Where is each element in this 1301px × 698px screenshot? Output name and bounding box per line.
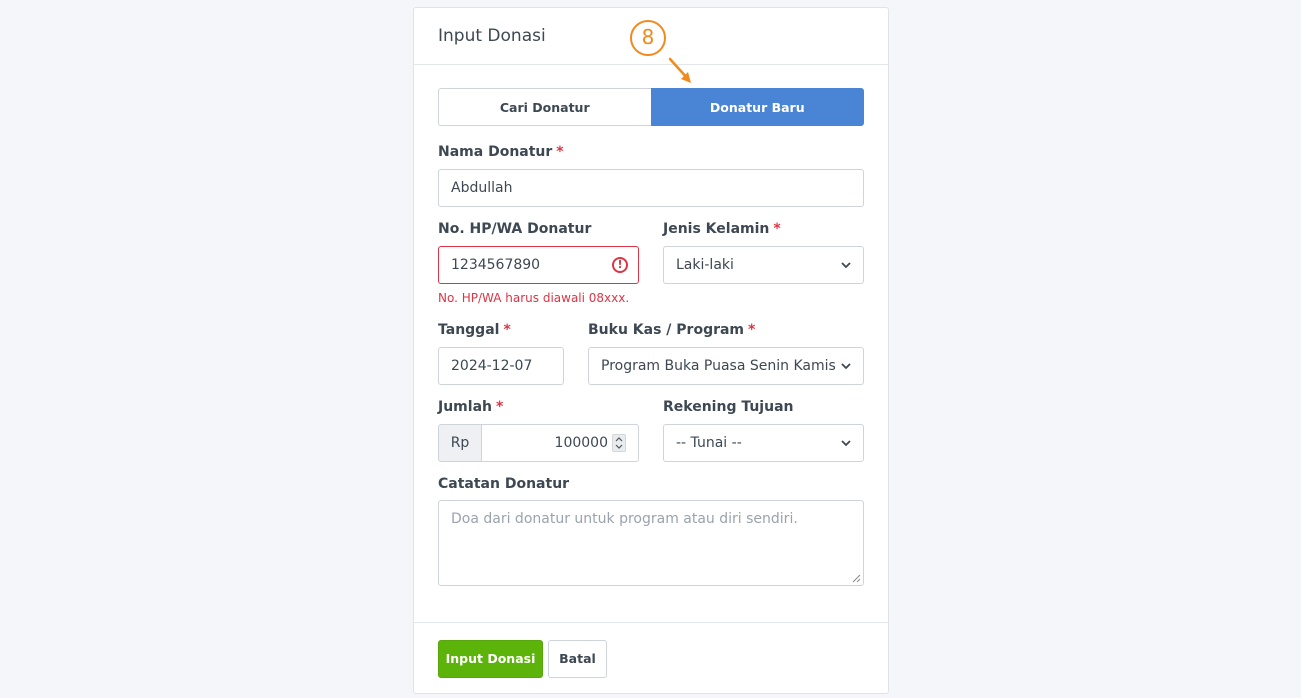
date-label: Tanggal * bbox=[438, 322, 511, 338]
required-mark: * bbox=[495, 399, 504, 415]
program-label-text: Buku Kas / Program bbox=[588, 322, 745, 338]
amount-label-text: Jumlah bbox=[438, 399, 492, 415]
date-label-text: Tanggal bbox=[438, 322, 500, 338]
error-icon: ! bbox=[612, 257, 628, 273]
donor-phone-value: 1234567890 bbox=[451, 257, 541, 273]
cancel-button[interactable]: Batal bbox=[548, 640, 607, 678]
notes-placeholder: Doa dari donatur untuk program atau diri… bbox=[451, 511, 798, 527]
amount-label: Jumlah * bbox=[438, 399, 503, 415]
donor-phone-error: No. HP/WA harus diawali 08xxx. bbox=[438, 291, 630, 305]
account-label-text: Rekening Tujuan bbox=[663, 399, 794, 415]
amount-input[interactable]: 100000 bbox=[481, 424, 639, 462]
notes-textarea[interactable]: Doa dari donatur untuk program atau diri… bbox=[438, 500, 864, 586]
program-value: Program Buka Puasa Senin Kamis bbox=[601, 358, 836, 374]
donation-input-card: Input Donasi 8 Cari Donatur Donatur Baru… bbox=[413, 7, 889, 694]
required-mark: * bbox=[748, 322, 756, 338]
donor-name-value: Abdullah bbox=[451, 180, 513, 196]
card-footer: Input Donasi Batal bbox=[414, 622, 888, 695]
gender-label-text: Jenis Kelamin bbox=[663, 221, 770, 237]
submit-donation-button[interactable]: Input Donasi bbox=[438, 640, 543, 678]
annotation-arrow-icon bbox=[668, 57, 691, 83]
date-input[interactable]: 2024-12-07 bbox=[438, 347, 564, 385]
account-label: Rekening Tujuan bbox=[663, 399, 794, 415]
tab-new-donor[interactable]: Donatur Baru bbox=[650, 88, 864, 126]
program-select[interactable]: Program Buka Puasa Senin Kamis bbox=[588, 347, 864, 385]
account-select[interactable]: -- Tunai -- bbox=[663, 424, 864, 462]
spinner-arrows-icon bbox=[615, 437, 623, 449]
currency-prefix: Rp bbox=[438, 424, 482, 462]
account-value: -- Tunai -- bbox=[676, 435, 742, 451]
chevron-down-icon bbox=[841, 262, 851, 269]
program-label: Buku Kas / Program * bbox=[588, 322, 755, 338]
number-spinner[interactable] bbox=[612, 434, 626, 452]
notes-label-text: Catatan Donatur bbox=[438, 476, 570, 492]
resize-handle-icon[interactable] bbox=[851, 573, 861, 583]
donor-phone-label: No. HP/WA Donatur bbox=[438, 221, 591, 237]
chevron-down-icon bbox=[841, 440, 851, 447]
annotation-number-badge: 8 bbox=[630, 20, 666, 56]
gender-select[interactable]: Laki-laki bbox=[663, 246, 864, 284]
donor-phone-label-text: No. HP/WA Donatur bbox=[438, 221, 592, 237]
card-header: Input Donasi 8 bbox=[414, 8, 888, 83]
donor-mode-tabs: Cari Donatur Donatur Baru bbox=[438, 88, 864, 126]
date-value: 2024-12-07 bbox=[451, 358, 533, 374]
card-title: Input Donasi bbox=[438, 26, 546, 46]
gender-value: Laki-laki bbox=[676, 257, 734, 273]
donor-name-label: Nama Donatur * bbox=[438, 144, 564, 160]
chevron-down-icon bbox=[841, 363, 851, 370]
donor-name-label-text: Nama Donatur bbox=[438, 144, 553, 160]
donor-phone-input[interactable]: 1234567890 ! bbox=[438, 246, 639, 284]
required-mark: * bbox=[503, 322, 511, 338]
amount-value: 100000 bbox=[554, 435, 608, 451]
tab-search-donor[interactable]: Cari Donatur bbox=[438, 88, 651, 126]
gender-label: Jenis Kelamin * bbox=[663, 221, 781, 237]
required-mark: * bbox=[773, 221, 781, 237]
notes-label: Catatan Donatur bbox=[438, 476, 569, 492]
required-mark: * bbox=[556, 144, 564, 160]
donor-name-input[interactable]: Abdullah bbox=[438, 169, 864, 207]
